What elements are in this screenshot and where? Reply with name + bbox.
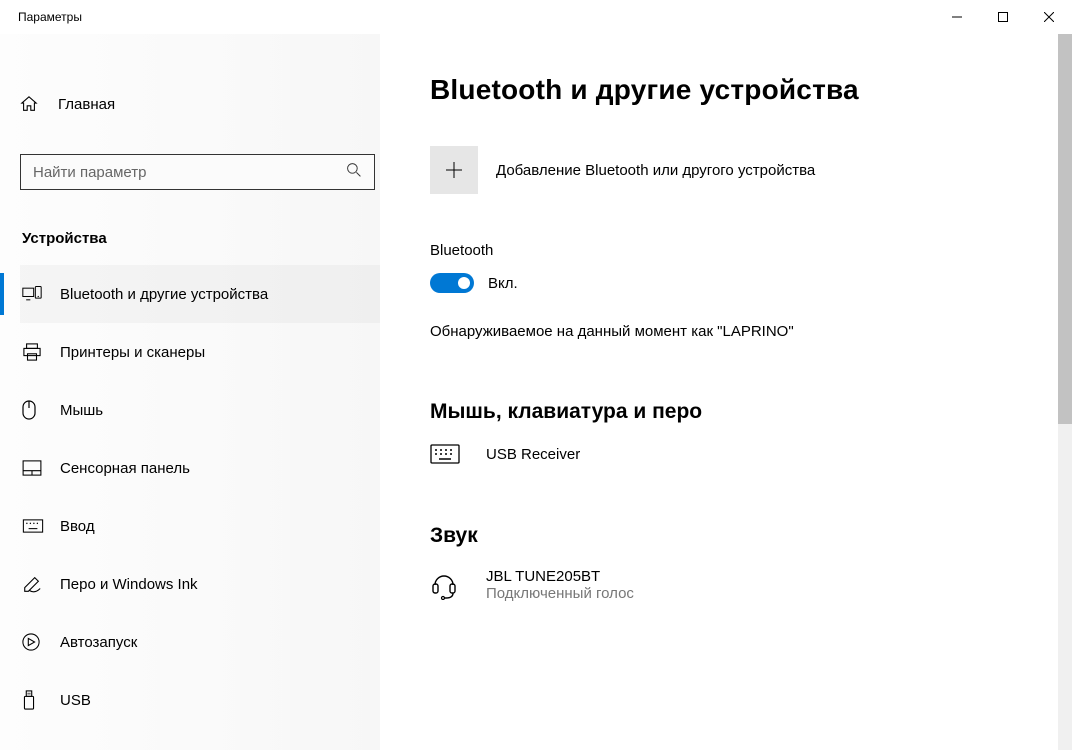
scrollbar[interactable] xyxy=(1058,34,1072,750)
device-name: JBL TUNE205BT xyxy=(486,568,634,585)
headset-icon xyxy=(430,570,486,600)
search-box[interactable] xyxy=(20,154,375,190)
printer-icon xyxy=(20,343,60,361)
keyboard-icon xyxy=(430,444,486,464)
device-status: Подключенный голос xyxy=(486,585,634,602)
nav-label: Автозапуск xyxy=(60,634,137,651)
search-icon xyxy=(346,162,362,183)
add-device-label: Добавление Bluetooth или другого устройс… xyxy=(496,162,815,179)
touchpad-icon xyxy=(20,460,60,476)
nav-label: Bluetooth и другие устройства xyxy=(60,286,268,303)
toggle-knob xyxy=(458,277,470,289)
sidebar-item-mouse[interactable]: Мышь xyxy=(20,381,380,439)
sidebar: Главная Устройства Bluetooth и другие ус… xyxy=(0,34,380,750)
maximize-button[interactable] xyxy=(980,0,1026,34)
scrollbar-thumb[interactable] xyxy=(1058,34,1072,424)
sidebar-item-touchpad[interactable]: Сенсорная панель xyxy=(20,439,380,497)
keyboard-icon xyxy=(20,519,60,533)
nav-label: Принтеры и сканеры xyxy=(60,344,205,361)
titlebar: Параметры xyxy=(0,0,1072,34)
section-title-audio: Звук xyxy=(430,524,1072,548)
nav-label: Ввод xyxy=(60,518,95,535)
nav-label: USB xyxy=(60,692,91,709)
nav-label: Сенсорная панель xyxy=(60,460,190,477)
autoplay-icon xyxy=(20,633,60,651)
sidebar-item-autoplay[interactable]: Автозапуск xyxy=(20,613,380,671)
sidebar-item-usb[interactable]: USB xyxy=(20,671,380,729)
devices-icon xyxy=(20,285,60,303)
sidebar-section-header: Устройства xyxy=(20,230,380,247)
bluetooth-toggle[interactable] xyxy=(430,273,474,293)
device-row-usb-receiver[interactable]: USB Receiver xyxy=(430,444,1072,464)
pen-icon xyxy=(20,574,60,594)
bluetooth-label: Bluetooth xyxy=(430,242,1072,259)
sidebar-item-pen[interactable]: Перо и Windows Ink xyxy=(20,555,380,613)
sidebar-item-printers[interactable]: Принтеры и сканеры xyxy=(20,323,380,381)
content-pane: Bluetooth и другие устройства Добавление… xyxy=(380,34,1072,750)
device-row-jbl[interactable]: JBL TUNE205BT Подключенный голос xyxy=(430,568,1072,602)
search-input[interactable] xyxy=(33,164,346,181)
page-title: Bluetooth и другие устройства xyxy=(430,74,1072,106)
sidebar-item-bluetooth[interactable]: Bluetooth и другие устройства xyxy=(20,265,380,323)
mouse-icon xyxy=(20,400,60,420)
add-device-button[interactable]: Добавление Bluetooth или другого устройс… xyxy=(430,146,1072,194)
plus-icon xyxy=(430,146,478,194)
toggle-state-label: Вкл. xyxy=(488,275,518,292)
device-name: USB Receiver xyxy=(486,446,580,463)
window-controls xyxy=(934,0,1072,34)
home-icon xyxy=(20,95,58,113)
window-title: Параметры xyxy=(18,10,934,24)
sidebar-item-typing[interactable]: Ввод xyxy=(20,497,380,555)
section-title-input: Мышь, клавиатура и перо xyxy=(430,400,1072,424)
usb-icon xyxy=(20,690,60,710)
minimize-button[interactable] xyxy=(934,0,980,34)
close-button[interactable] xyxy=(1026,0,1072,34)
home-nav[interactable]: Главная xyxy=(20,84,380,124)
nav-label: Мышь xyxy=(60,402,103,419)
home-label: Главная xyxy=(58,96,115,113)
discoverable-text: Обнаруживаемое на данный момент как "LAP… xyxy=(430,323,1072,340)
nav-label: Перо и Windows Ink xyxy=(60,576,198,593)
